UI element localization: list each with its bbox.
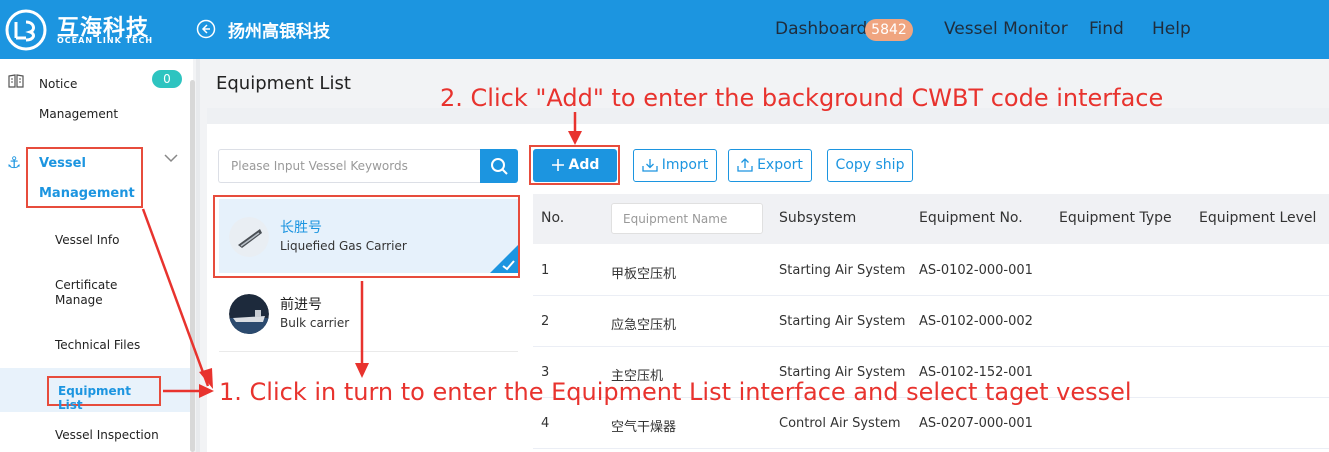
vessel-card-qianjin[interactable]: 前进号 Bulk carrier: [219, 276, 518, 350]
sidebar-item-technical-files[interactable]: Technical Files: [55, 338, 140, 352]
sidebar-item-certificate[interactable]: Certificate: [55, 278, 117, 292]
export-button-label: Export: [757, 157, 803, 173]
export-icon: [737, 158, 753, 172]
export-button[interactable]: Export: [728, 149, 812, 182]
row-no: 4: [541, 416, 550, 431]
sidebar-vessel-management[interactable]: Vessel Management: [26, 147, 143, 208]
nav-help[interactable]: Help: [1152, 19, 1191, 39]
equipment-list-label: Equipment List: [58, 384, 131, 412]
nav-dashboard[interactable]: Dashboard: [775, 19, 867, 39]
sidebar-item-vessel-inspection[interactable]: Vessel Inspection: [55, 428, 159, 442]
logo-english-text: OCEAN LINK TECH: [57, 36, 154, 45]
ocean-link-logo-icon: [5, 9, 47, 51]
row-no: 2: [541, 314, 550, 329]
column-header-no: No.: [541, 210, 565, 226]
annotation-step-2: 2. Click "Add" to enter the background C…: [440, 84, 1164, 112]
dashboard-count-badge: 5842: [865, 19, 913, 41]
row-subsystem: Control Air System: [779, 416, 901, 431]
vessel-management-label-line2: Management: [39, 186, 135, 201]
vessel-name: 前进号: [280, 297, 322, 313]
sidebar-scrollbar[interactable]: [190, 80, 195, 452]
sidebar-item-equipment-list[interactable]: Equipment List: [47, 376, 161, 412]
column-header-equipment-level: Equipment Level: [1199, 210, 1317, 226]
vessel-search-input[interactable]: [231, 150, 481, 182]
row-equipment-name[interactable]: 应急空压机: [611, 314, 676, 333]
column-header-subsystem: Subsystem: [779, 210, 857, 226]
row-equipment-no: AS-0207-000-001: [919, 416, 1033, 431]
nav-vessel-monitor[interactable]: Vessel Monitor: [944, 19, 1068, 39]
row-equipment-name[interactable]: 甲板空压机: [611, 263, 676, 282]
row-divider: [533, 448, 1329, 449]
row-divider: [533, 295, 1329, 296]
sidebar-notice-label-line2[interactable]: Management: [39, 107, 118, 121]
add-button-highlight: [529, 145, 620, 185]
vessel-search-field[interactable]: [218, 149, 481, 183]
vessel-management-label: Vessel: [39, 156, 86, 171]
row-subsystem: Starting Air System: [779, 263, 906, 278]
company-name[interactable]: 扬州高银科技: [228, 17, 330, 42]
chevron-down-icon[interactable]: [164, 153, 178, 163]
column-header-equipment-no: Equipment No.: [919, 210, 1023, 226]
search-button[interactable]: [480, 149, 518, 183]
row-divider: [533, 346, 1329, 347]
back-circle-icon[interactable]: [196, 19, 216, 39]
notice-count-badge: 0: [152, 70, 182, 88]
search-icon: [491, 158, 508, 175]
vessel-selection-highlight: [213, 195, 520, 278]
vessel-type: Bulk carrier: [280, 316, 350, 330]
nav-find[interactable]: Find: [1089, 19, 1124, 39]
book-icon: [8, 74, 24, 88]
sidebar-notice-label[interactable]: Notice: [39, 77, 77, 91]
row-subsystem: Starting Air System: [779, 314, 906, 329]
equipment-name-filter[interactable]: [611, 203, 763, 234]
column-header-equipment-type: Equipment Type: [1059, 210, 1172, 226]
sidebar-item-certificate-line2[interactable]: Manage: [55, 293, 103, 307]
top-bar: 互海科技 OCEAN LINK TECH 扬州高银科技 Dashboard 58…: [0, 0, 1329, 59]
sidebar-divider: [196, 59, 200, 452]
anchor-icon: ⚓: [7, 153, 22, 172]
import-button[interactable]: Import: [633, 149, 717, 182]
equipment-name-input[interactable]: [623, 204, 761, 233]
bulk-carrier-avatar: [229, 294, 269, 334]
copy-ship-button[interactable]: Copy ship: [827, 149, 913, 182]
row-no: 1: [541, 263, 550, 278]
vessel-list-divider: [219, 351, 518, 352]
import-icon: [642, 159, 658, 172]
row-equipment-name[interactable]: 空气干燥器: [611, 416, 676, 435]
row-equipment-no: AS-0102-000-001: [919, 263, 1033, 278]
annotation-step-1: 1. Click in turn to enter the Equipment …: [219, 378, 1132, 406]
sidebar-item-vessel-info[interactable]: Vessel Info: [55, 233, 119, 247]
page-title: Equipment List: [216, 73, 351, 94]
import-button-label: Import: [661, 157, 709, 173]
row-equipment-no: AS-0102-000-002: [919, 314, 1033, 329]
